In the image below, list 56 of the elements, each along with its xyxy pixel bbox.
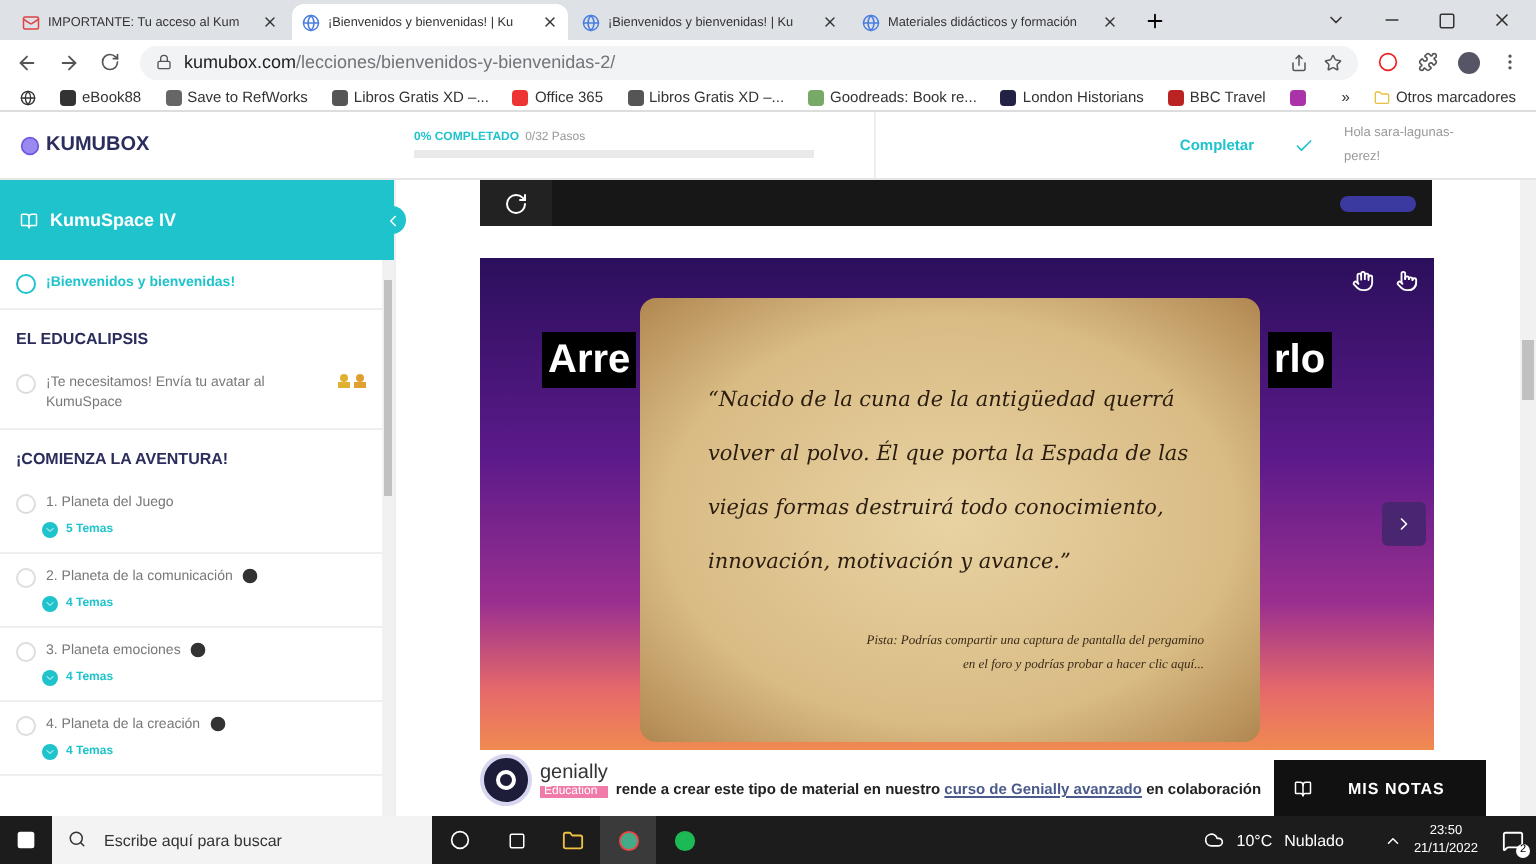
forward-icon[interactable] (58, 51, 80, 73)
globe-icon (862, 13, 880, 31)
chevron-down-icon (42, 744, 58, 760)
section-heading: ¡COMIENZA LA AVENTURA! (14, 448, 231, 472)
check-icon (1294, 135, 1314, 155)
maximize-icon[interactable] (1438, 11, 1456, 29)
folder-icon (1373, 89, 1390, 105)
weather-text: 10°C (1236, 831, 1273, 849)
chevron-down-icon (42, 670, 58, 686)
headline-text: Arre (542, 332, 637, 388)
headline-text: rlo (1268, 332, 1332, 388)
kumubox-logo: KUMUBOX (0, 134, 394, 156)
share-icon[interactable] (1290, 53, 1308, 71)
mail-icon (22, 13, 40, 31)
profile-avatar (1458, 51, 1480, 73)
weather-condition: Nublado (1284, 831, 1344, 849)
url-text: kumubox.com/lecciones/bienvenidos-y-bienvenidas-2/ (184, 52, 616, 72)
chevron-down-icon (42, 596, 58, 612)
back-icon[interactable] (16, 51, 38, 73)
cloud-icon (1204, 830, 1225, 850)
browser-icon[interactable] (600, 816, 656, 864)
notes-button[interactable]: MIS NOTAS (1274, 760, 1486, 816)
refresh-button[interactable] (480, 180, 552, 226)
pointer-icon[interactable] (1396, 270, 1418, 292)
globe-icon (302, 13, 320, 31)
message-icon (1502, 829, 1524, 851)
quote-text: “Nacido de la cuna de la antigüedad querrá volver al polvo. Él que porta la Espada de las viejas formas destruirá todo conocimiento, innovación, motivación y avance.” (708, 386, 1191, 578)
reload-icon (504, 191, 528, 215)
close-icon (1102, 14, 1118, 30)
globe-icon (582, 13, 600, 31)
bookmark-star-icon[interactable] (1324, 53, 1342, 71)
globe-icon[interactable] (20, 89, 36, 105)
badge-icon (210, 716, 227, 732)
book-icon (1294, 779, 1312, 797)
new-tab-icon[interactable] (1144, 10, 1166, 32)
badge-icon (242, 568, 259, 584)
badge-icon (190, 642, 207, 658)
close-icon (262, 14, 278, 30)
taskbar-search-field[interactable]: Escribe aquí para buscar (52, 816, 432, 864)
course-title: KumuSpace IV (50, 210, 177, 230)
people-icon (338, 374, 366, 388)
book-icon (20, 211, 38, 229)
close-icon (822, 14, 838, 30)
lock-icon (156, 54, 172, 70)
extensions-icon[interactable] (1418, 52, 1438, 72)
bookmark-icon[interactable] (1289, 89, 1306, 105)
reload-icon[interactable] (100, 52, 120, 72)
genially-logo (480, 754, 532, 806)
section-heading: EL EDUCALIPSIS (14, 328, 151, 352)
hand-icon[interactable] (1352, 270, 1374, 292)
address-bar[interactable]: kumubox.com/lecciones/bienvenidos-y-bienvenidas-2/ (140, 45, 1358, 79)
brand-name: genially (540, 762, 608, 784)
close-icon[interactable] (1492, 10, 1512, 30)
extension-icon[interactable] (1378, 52, 1398, 72)
chevron-down-icon (42, 522, 58, 538)
close-icon (542, 14, 558, 30)
